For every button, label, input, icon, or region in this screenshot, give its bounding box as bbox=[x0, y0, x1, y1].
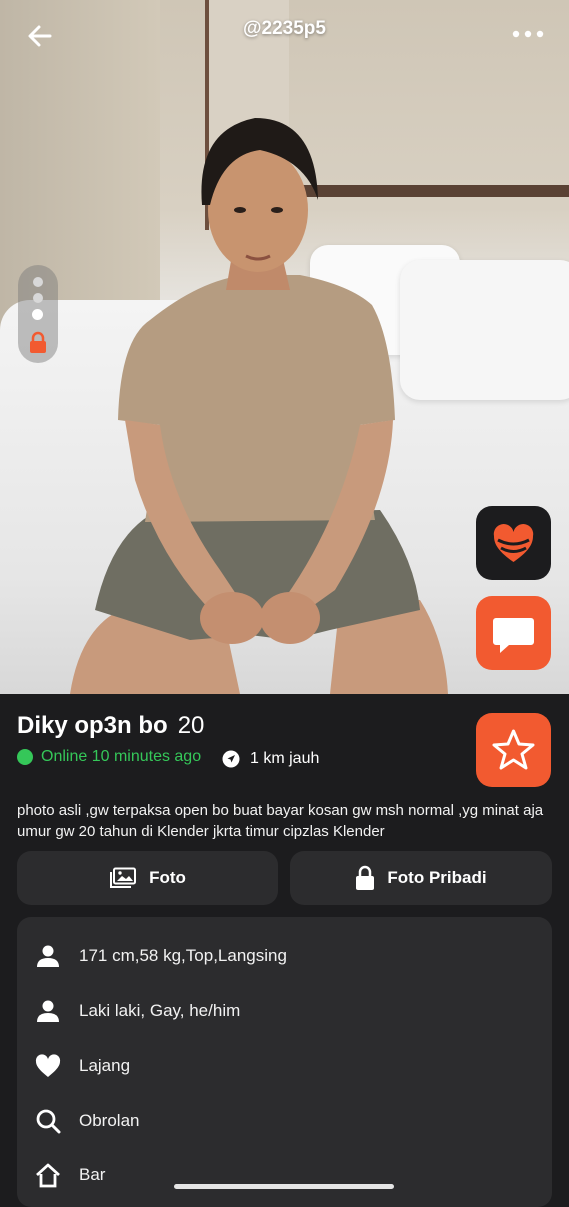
info-row-looking-for: Obrolan bbox=[35, 1106, 139, 1136]
favorite-button[interactable] bbox=[476, 713, 551, 787]
star-icon bbox=[492, 729, 535, 770]
more-dots-icon[interactable] bbox=[508, 22, 548, 46]
online-dot-icon bbox=[17, 749, 33, 765]
home-icon bbox=[36, 1163, 60, 1188]
info-row-label: Obrolan bbox=[79, 1111, 140, 1130]
person-icon bbox=[37, 1000, 59, 1022]
distance-text: 1 km jauh bbox=[250, 750, 320, 767]
info-row-label: Laki laki, Gay, he/him bbox=[79, 1001, 241, 1020]
photo-person bbox=[70, 118, 448, 694]
info-row-identity: Laki laki, Gay, he/him bbox=[35, 996, 240, 1026]
profile-name-line: Diky op3n bo 20 bbox=[17, 712, 204, 740]
distance: 1 km jauh bbox=[222, 750, 319, 768]
info-row-meet-at: Bar bbox=[35, 1160, 105, 1190]
chat-bubble-icon bbox=[493, 618, 534, 653]
online-status: Online 10 minutes ago bbox=[17, 748, 201, 766]
profile-bio: photo asli ,gw terpaksa open bo buat bay… bbox=[17, 802, 544, 840]
foto-pribadi-button-label: Foto Pribadi bbox=[387, 868, 487, 887]
lock-icon bbox=[356, 865, 375, 890]
profile-info-card: 171 cm,58 kg,Top,Langsing Laki laki, Gay… bbox=[17, 917, 552, 1207]
search-icon bbox=[36, 1109, 61, 1134]
info-row-body: 171 cm,58 kg,Top,Langsing bbox=[35, 941, 287, 971]
photo-pager[interactable] bbox=[18, 265, 58, 363]
heart-icon bbox=[493, 524, 534, 562]
heart-icon bbox=[35, 1054, 61, 1077]
chat-button[interactable] bbox=[476, 596, 551, 670]
info-row-label: Bar bbox=[79, 1165, 106, 1184]
online-status-text: Online 10 minutes ago bbox=[41, 748, 202, 765]
pager-dot-active[interactable] bbox=[32, 309, 43, 320]
profile-photo[interactable] bbox=[0, 0, 569, 694]
profile-name: Diky op3n bo bbox=[17, 712, 168, 739]
foto-button[interactable]: Foto bbox=[17, 851, 278, 905]
info-row-label: 171 cm,58 kg,Top,Langsing bbox=[79, 946, 287, 965]
location-arrow-icon bbox=[222, 750, 240, 768]
photo-icon bbox=[110, 867, 137, 888]
profile-handle: @2235p5 bbox=[243, 18, 326, 39]
foto-button-label: Foto bbox=[149, 868, 186, 887]
lock-icon[interactable] bbox=[28, 331, 48, 353]
person-icon bbox=[37, 945, 59, 967]
info-row-label: Lajang bbox=[79, 1056, 131, 1075]
pager-dot[interactable] bbox=[33, 277, 43, 287]
profile-age: 20 bbox=[177, 712, 205, 739]
heart-button[interactable] bbox=[476, 506, 551, 580]
home-indicator[interactable] bbox=[174, 1184, 394, 1189]
pager-dot[interactable] bbox=[33, 293, 43, 303]
info-row-relationship: Lajang bbox=[35, 1051, 130, 1081]
foto-pribadi-button[interactable]: Foto Pribadi bbox=[290, 851, 552, 905]
top-bar: @2235p5 bbox=[0, 0, 569, 70]
